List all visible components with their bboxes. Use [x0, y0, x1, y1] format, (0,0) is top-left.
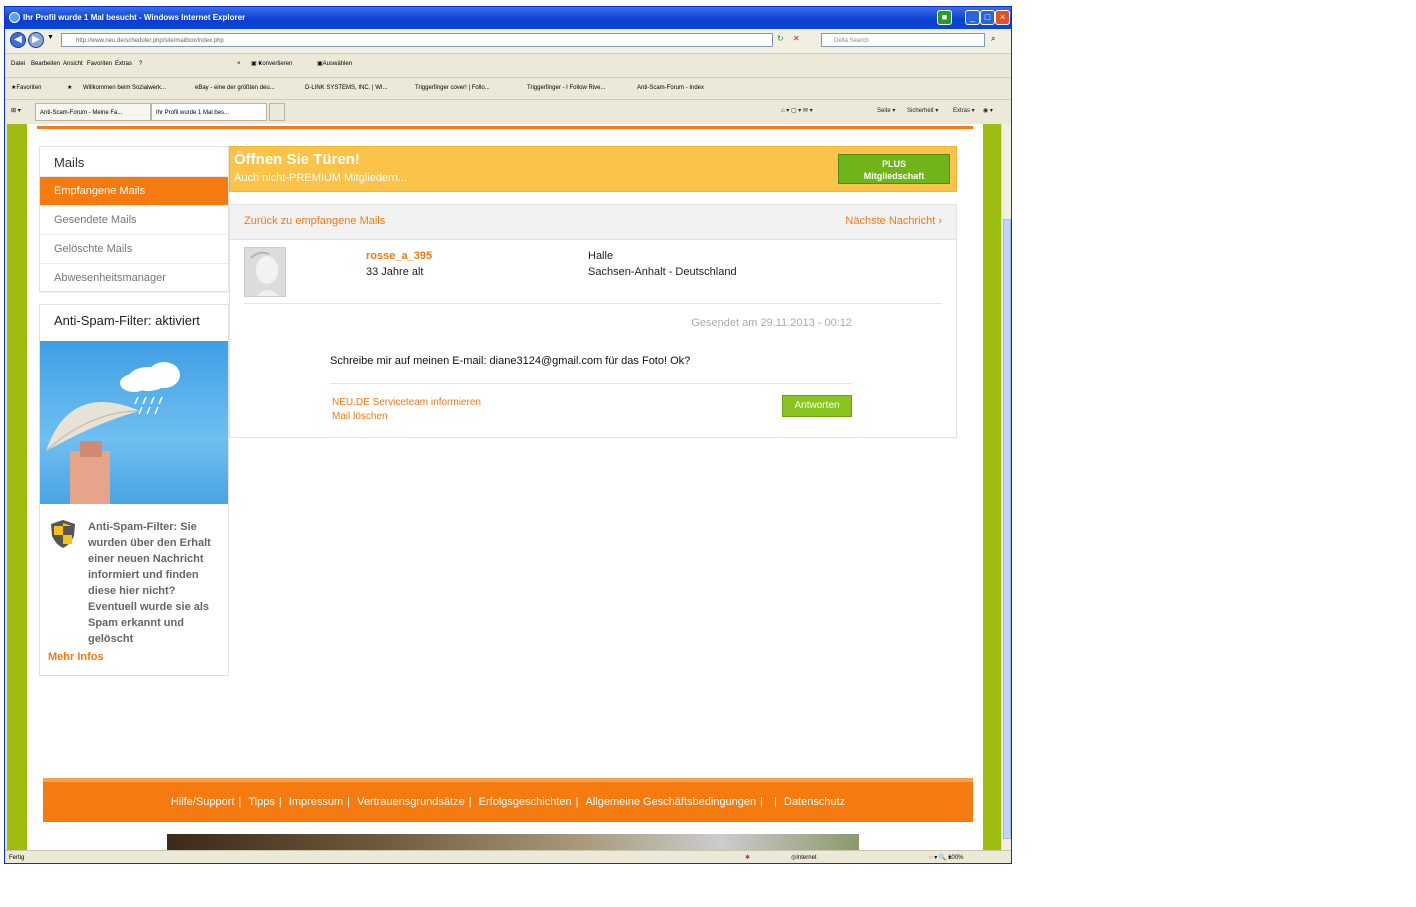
title-bar: Ihr Profil wurde 1 Mal besucht - Windows… — [5, 7, 1011, 29]
window-title: Ihr Profil wurde 1 Mal besucht - Windows… — [23, 13, 246, 22]
tab-anti-scam-forum[interactable]: Anti-Scam-Forum - Meine Fa... — [35, 103, 151, 121]
menu-tools[interactable]: Extras — [115, 54, 132, 74]
footer-success-stories-link[interactable]: Erfolgsgeschichten — [479, 796, 572, 808]
quick-tabs-icon[interactable]: ⊞ ▾ — [11, 100, 21, 122]
menu-favorites[interactable]: Favoriten — [87, 54, 112, 74]
maximize-button[interactable]: □ — [980, 10, 995, 25]
menu-sent-mails[interactable]: Gesendete Mails — [40, 206, 228, 235]
favorites-button[interactable]: ★ Favoriten — [11, 78, 41, 98]
page-content: Mails Empfangene Mails Gesendete Mails G… — [27, 124, 983, 850]
search-input[interactable]: Delta Search — [821, 33, 985, 47]
help-icon[interactable]: ◉ ▾ — [983, 100, 993, 122]
menu-help[interactable]: ? — [139, 54, 142, 74]
divider — [330, 383, 852, 384]
report-to-serviceteam-link[interactable]: NEU.DE Serviceteam informieren — [332, 397, 481, 408]
message-nav: Zurück zu empfangene Mails Nächste Nachr… — [230, 205, 956, 240]
sender-username[interactable]: rosse_a_395 — [366, 250, 432, 262]
message-panel: Zurück zu empfangene Mails Nächste Nachr… — [229, 204, 957, 438]
url-input[interactable]: http://www.neu.de/scheduler.php/site/mai… — [61, 33, 773, 47]
protected-mode-icon: ✱ — [745, 855, 751, 861]
footer-privacy-link[interactable]: Datenschutz — [784, 796, 845, 808]
tab-current[interactable]: Ihr Profil wurde 1 Mal bes... — [151, 103, 267, 121]
divider — [244, 303, 942, 304]
minimize-button[interactable]: _ — [965, 10, 980, 25]
close-button[interactable]: × — [995, 10, 1010, 25]
history-dropdown-icon[interactable]: ▼ — [47, 34, 54, 41]
favorite-link-5[interactable]: Triggerfinger - I Follow Rive... — [527, 78, 605, 98]
promo-title: Öffnen Sie Türen! — [234, 151, 360, 168]
menu-edit[interactable]: Bearbeiten — [31, 54, 60, 74]
search-icon[interactable]: ⌕ — [991, 34, 995, 44]
ie-icon — [9, 12, 20, 23]
back-button[interactable]: ◀ — [10, 32, 26, 48]
footer-terms-link[interactable]: Allgemeine Geschäftsbedingungen — [586, 796, 757, 808]
anti-spam-text: Anti-Spam-Filter: Sie wurden über den Er… — [88, 521, 211, 645]
menu-absence-manager[interactable]: Abwesenheitsmanager — [40, 264, 228, 293]
menu-view[interactable]: Ansicht — [63, 54, 83, 74]
favorite-link-6[interactable]: Anti-Scam-Forum - Index — [637, 78, 704, 98]
reply-button[interactable]: Antworten — [782, 395, 852, 417]
promo-subtitle: Auch nicht-PREMIUM Mitgliedern... — [234, 172, 407, 184]
delete-mail-link[interactable]: Mail löschen — [332, 411, 388, 422]
forward-button[interactable]: ▶ — [28, 32, 44, 48]
status-text: Fertig — [9, 855, 25, 861]
menu-bar: Datei Bearbeiten Ansicht Favoriten Extra… — [5, 54, 1011, 74]
favorite-link-3[interactable]: D-LINK SYSTEMS, INC. | WI... — [305, 78, 388, 98]
next-message-link[interactable]: Nächste Nachricht › — [845, 215, 942, 227]
footer-links: Hilfe/Support | Tipps | Impressum | Vertrau… — [43, 778, 973, 822]
stop-icon[interactable]: ✕ — [793, 34, 800, 43]
tab-bar: ⊞ ▾ Anti-Scam-Forum - Meine Fa... Ihr Pr… — [5, 99, 1011, 124]
anti-spam-box: Anti-Spam-Filter: aktiviert Anti-Spam-Fi… — [39, 304, 229, 676]
message-body: Schreibe mir auf meinen E-mail: diane312… — [330, 355, 691, 367]
footer-imprint-link[interactable]: Impressum — [289, 796, 343, 808]
mails-header: Mails — [40, 147, 228, 177]
browser-window: Ihr Profil wurde 1 Mal besucht - Windows… — [4, 6, 1012, 864]
back-to-received-link[interactable]: Zurück zu empfangene Mails — [244, 215, 385, 227]
tool-security[interactable]: Sicherheit ▾ — [907, 100, 938, 122]
menu-file[interactable]: Datei — [11, 54, 25, 74]
toolbar-close-icon[interactable]: × — [237, 54, 241, 74]
plus-membership-button[interactable]: PLUS Mitgliedschaft — [838, 154, 950, 184]
scrollbar-thumb[interactable] — [1003, 219, 1011, 839]
new-tab-button[interactable] — [269, 103, 285, 121]
top-accent-line — [37, 126, 973, 129]
footer-trust-link[interactable]: Vertrauensgrundsätze — [357, 796, 465, 808]
footer-help-link[interactable]: Hilfe/Support — [171, 796, 235, 808]
umbrella-illustration — [40, 341, 228, 504]
address-bar-row: ◀ ▶ ▼ http://www.neu.de/scheduler.php/si… — [5, 29, 1011, 54]
favorite-link-4[interactable]: Triggerfinger cover! | Follo... — [415, 78, 490, 98]
menu-received-mails[interactable]: Empfangene Mails — [40, 177, 228, 206]
toolbar-select[interactable]: ▣ Auswählen — [317, 54, 352, 74]
more-info-link[interactable]: Mehr Infos — [48, 651, 104, 663]
addon-icon[interactable]: ■ — [937, 10, 952, 25]
zoom-control[interactable]: ◌ ▾ 🔍 100% ▾ — [929, 851, 963, 863]
favorites-bar: ★ Favoriten ★ Willkommen beim Sozialwerk… — [5, 77, 1011, 98]
menu-deleted-mails[interactable]: Gelöschte Mails — [40, 235, 228, 264]
footer-tips-link[interactable]: Tipps — [248, 796, 275, 808]
avatar[interactable] — [244, 247, 286, 297]
sender-city: Halle — [588, 250, 614, 262]
sent-date: Gesendet am 29.11.2013 - 00:12 — [691, 317, 852, 329]
sender-age: 33 Jahre alt — [366, 266, 424, 278]
status-bar: Fertig ✱ ◎ Internet ◌ ▾ 🔍 100% ▾ — [5, 850, 1011, 863]
bottom-image-strip — [167, 834, 859, 850]
mails-menu: Mails Empfangene Mails Gesendete Mails G… — [39, 146, 229, 293]
tool-page[interactable]: Seite ▾ — [877, 100, 895, 122]
page-viewport: Mails Empfangene Mails Gesendete Mails G… — [7, 124, 1001, 850]
favorite-link-2[interactable]: eBay - eine der größten deu... — [195, 78, 275, 98]
favorite-link-1[interactable]: Willkommen beim Sozialwerk... — [83, 78, 166, 98]
home-icon[interactable]: ⌂ ▾ ▢ ▾ ✉ ▾ — [781, 100, 813, 122]
vertical-scrollbar[interactable] — [1001, 124, 1011, 850]
internet-zone: ◎ Internet — [791, 855, 817, 861]
sender-region: Sachsen-Anhalt - Deutschland — [588, 266, 737, 278]
refresh-icon[interactable]: ↻ — [777, 34, 784, 43]
add-favorite-icon[interactable]: ★ — [67, 78, 72, 98]
anti-spam-header: Anti-Spam-Filter: aktiviert — [54, 313, 200, 328]
promo-banner: Öffnen Sie Türen! Auch nicht-PREMIUM Mit… — [229, 146, 957, 192]
tool-extras[interactable]: Extras ▾ — [953, 100, 975, 122]
toolbar-convert[interactable]: ▣ Konvertieren ▾ — [251, 54, 292, 74]
